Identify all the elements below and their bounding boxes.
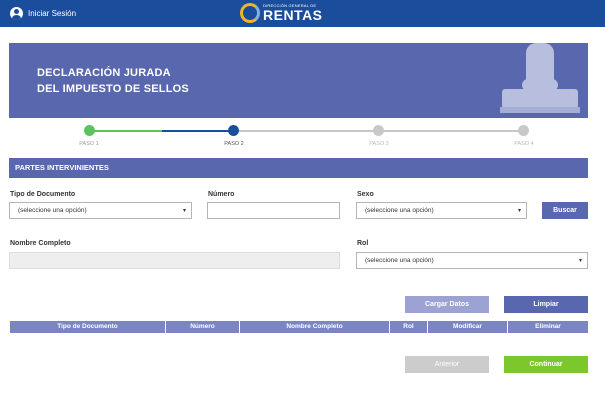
step-4-label: PASO 4 (514, 141, 534, 147)
step-1-dot[interactable] (84, 125, 95, 136)
step-1-label: PASO 1 (79, 141, 99, 147)
tipo-documento-value: (seleccione una opción) (18, 207, 87, 214)
column-header: Número (166, 321, 240, 333)
numero-label: Número (208, 191, 235, 198)
step-3-dot[interactable] (373, 125, 384, 136)
limpiar-button[interactable]: Limpiar (504, 296, 588, 313)
column-header: Rol (390, 321, 428, 333)
login-label: Iniciar Sesión (28, 9, 77, 18)
sexo-select[interactable]: (seleccione una opción) ▾ (356, 202, 527, 219)
tipo-documento-label: Tipo de Documento (10, 191, 76, 198)
hero-banner: DECLARACIÓN JURADA DEL IMPUESTO DE SELLO… (9, 43, 588, 118)
user-icon (10, 7, 23, 20)
step-2-label: PASO 2 (224, 141, 244, 147)
column-header: Eliminar (508, 321, 588, 333)
page: Iniciar Sesión DIRECCIÓN GENERAL DE RENT… (0, 0, 605, 401)
logo-title: RENTAS (263, 7, 323, 23)
chevron-down-icon: ▾ (578, 258, 582, 264)
numero-input[interactable] (207, 202, 340, 219)
buscar-button[interactable]: Buscar (542, 202, 588, 219)
step-connector (162, 130, 234, 132)
page-title: DECLARACIÓN JURADA DEL IMPUESTO DE SELLO… (37, 65, 189, 97)
progress-stepper: PASO 1 PASO 2 PASO 3 PASO 4 (0, 124, 605, 154)
sexo-label: Sexo (357, 191, 374, 198)
anterior-button[interactable]: Anterior (405, 356, 489, 373)
tipo-documento-select[interactable]: (seleccione una opción) ▾ (9, 202, 192, 219)
top-bar: Iniciar Sesión DIRECCIÓN GENERAL DE RENT… (0, 0, 605, 27)
column-header: Nombre Completo (240, 321, 390, 333)
column-header: Tipo de Documento (10, 321, 166, 333)
chevron-down-icon: ▾ (517, 208, 521, 214)
step-connector (90, 130, 162, 132)
chevron-down-icon: ▾ (182, 208, 186, 214)
logo-mark-icon (240, 3, 260, 23)
nombre-completo-label: Nombre Completo (10, 240, 71, 247)
rentas-logo: DIRECCIÓN GENERAL DE RENTAS (240, 3, 323, 23)
cargar-datos-button[interactable]: Cargar Datos (405, 296, 489, 313)
section-title: PARTES INTERVINIENTES (15, 163, 109, 172)
page-title-line1: DECLARACIÓN JURADA (37, 67, 171, 79)
step-3-label: PASO 3 (369, 141, 389, 147)
rol-select[interactable]: (seleccione una opción) ▾ (356, 252, 588, 269)
column-header: Modificar (428, 321, 508, 333)
page-title-line2: DEL IMPUESTO DE SELLOS (37, 83, 189, 95)
rol-value: (seleccione una opción) (365, 257, 434, 264)
login-link[interactable]: Iniciar Sesión (10, 7, 76, 20)
step-2-dot[interactable] (228, 125, 239, 136)
rol-label: Rol (357, 240, 369, 247)
continuar-button[interactable]: Continuar (504, 356, 588, 373)
parties-table-header: Tipo de Documento Número Nombre Completo… (10, 321, 588, 333)
stamp-icon (500, 43, 580, 118)
section-header: PARTES INTERVINIENTES (9, 158, 588, 178)
nombre-completo-input[interactable] (9, 252, 340, 269)
sexo-value: (seleccione una opción) (365, 207, 434, 214)
step-4-dot[interactable] (518, 125, 529, 136)
